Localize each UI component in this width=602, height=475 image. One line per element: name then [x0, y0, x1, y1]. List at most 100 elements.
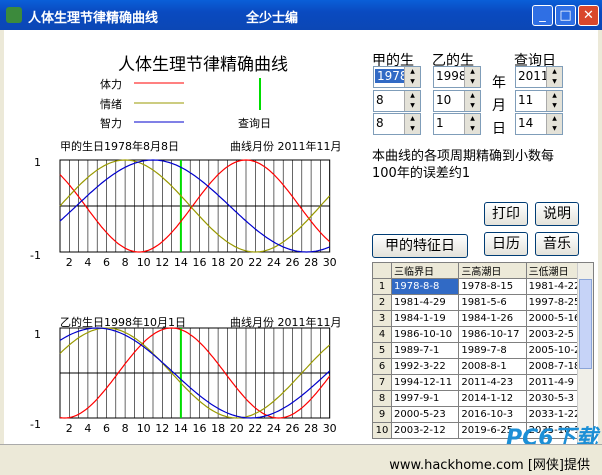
x-tick-label: 6: [103, 256, 110, 269]
x-tick-label: 14: [174, 422, 188, 435]
row-number: 9: [372, 406, 392, 423]
row-number: 6: [372, 358, 392, 375]
title-bar: 人体生理节律精确曲线 全少士编 _ □ ✕: [0, 0, 602, 30]
spin-up-icon[interactable]: ▲: [465, 67, 480, 77]
x-tick-label: 24: [267, 256, 281, 269]
table-cell: 1986-10-10: [390, 326, 460, 343]
app-icon: [6, 7, 22, 23]
spin-down-icon[interactable]: ▼: [465, 101, 480, 111]
table-cell: 1978-8-8: [390, 278, 460, 295]
x-tick-label: 8: [122, 256, 129, 269]
minimize-button[interactable]: _: [532, 5, 553, 26]
print-button[interactable]: 打印: [484, 202, 528, 226]
x-tick-label: 18: [211, 256, 225, 269]
spin-down-icon[interactable]: ▼: [547, 77, 562, 87]
spin-up-icon[interactable]: ▲: [547, 91, 562, 101]
spin-up-icon[interactable]: ▲: [547, 67, 562, 77]
x-tick-label: 14: [174, 256, 188, 269]
x-tick-label: 6: [103, 422, 110, 435]
spin-down-icon[interactable]: ▼: [547, 124, 562, 134]
table-header: 三临界日: [390, 262, 460, 279]
row-number: 3: [372, 310, 392, 327]
spin-up-icon[interactable]: ▲: [465, 114, 480, 124]
x-tick-label: 2: [66, 422, 73, 435]
table-row[interactable]: 6 1992-3-22 2008-8-1 2008-7-18: [372, 358, 595, 375]
legend-emotion-label: 情绪: [100, 98, 122, 111]
person-a-month-spinner[interactable]: 8 ▲ ▼: [373, 90, 421, 112]
table-cell: 1984-1-26: [458, 310, 527, 327]
spin-up-icon[interactable]: ▲: [405, 114, 420, 124]
x-tick-label: 4: [84, 256, 91, 269]
main-title: 人体生理节律精确曲线: [118, 55, 288, 75]
person-a-year-spinner[interactable]: 1978 ▲ ▼: [373, 66, 421, 88]
calendar-button[interactable]: 日历: [484, 232, 528, 256]
person-b-day-spinner[interactable]: 1 ▲ ▼: [433, 113, 481, 135]
table-cell: 1984-1-19: [390, 310, 460, 327]
feature-days-table: 三临界日 三高潮日 三低潮日 1 1978-8-8 1978-8-15 1981-4-…: [372, 262, 595, 439]
spin-down-icon[interactable]: ▼: [405, 101, 420, 111]
chart1-plot: 2 4 6 8 10 12 14 16 18 20 22 24 26 28 30: [59, 159, 337, 269]
table-cell: 2000-5-23: [390, 406, 460, 423]
table-row[interactable]: 8 1997-9-1 2014-1-12 2030-5-3: [372, 390, 595, 407]
table-scrollbar[interactable]: [577, 263, 593, 443]
client-area: 人体生理节律精确曲线 体力 情绪 智力 查询日 甲的生日1978年8月8日 曲线…: [4, 30, 598, 444]
x-tick-label: 22: [248, 422, 262, 435]
x-tick-label: 26: [286, 256, 300, 269]
x-tick-label: 28: [304, 422, 318, 435]
table-cell: 1989-7-8: [458, 342, 527, 359]
legend-physical-label: 体力: [100, 78, 122, 91]
spin-down-icon[interactable]: ▼: [547, 101, 562, 111]
chart2-plot: 2 4 6 8 10 12 14 16 18 20 22 24 26 28 30: [59, 327, 337, 435]
about-button[interactable]: 说明: [535, 202, 579, 226]
x-tick-label: 20: [230, 422, 244, 435]
window-author: 全少士编: [246, 11, 299, 26]
status-text: www.hackhome.com [网侠]提供: [389, 458, 590, 473]
x-tick-label: 20: [230, 256, 244, 269]
person-b-year-spinner[interactable]: 1998 ▲ ▼: [433, 66, 481, 88]
table-header: [372, 262, 392, 279]
spin-down-icon[interactable]: ▼: [465, 124, 480, 134]
person-a-day-spinner[interactable]: 8 ▲ ▼: [373, 113, 421, 135]
query-year-spinner[interactable]: 2011 ▲ ▼: [515, 66, 563, 88]
table-cell: 1989-7-1: [390, 342, 460, 359]
x-tick-label: 8: [122, 422, 129, 435]
query-month-spinner[interactable]: 11 ▲ ▼: [515, 90, 563, 112]
music-button[interactable]: 音乐: [535, 232, 579, 256]
table-row[interactable]: 3 1984-1-19 1984-1-26 2000-5-16: [372, 310, 595, 327]
features-button[interactable]: 甲的特征日: [372, 234, 468, 258]
table-row[interactable]: 5 1989-7-1 1989-7-8 2005-10-27: [372, 342, 595, 359]
table-row[interactable]: 4 1986-10-10 1986-10-17 2003-2-5: [372, 326, 595, 343]
precision-note: 本曲线的各项周期精确到小数每100年的误差约1: [372, 149, 555, 181]
x-tick-label: 24: [267, 422, 281, 435]
x-tick-label: 4: [84, 422, 91, 435]
table-cell: 2014-1-12: [458, 390, 527, 407]
spin-up-icon[interactable]: ▲: [405, 67, 420, 77]
query-day-spinner[interactable]: 14 ▲ ▼: [515, 113, 563, 135]
table-row[interactable]: 7 1994-12-11 2011-4-23 2011-4-9: [372, 374, 595, 391]
x-tick-label: 26: [286, 422, 300, 435]
spin-up-icon[interactable]: ▲: [465, 91, 480, 101]
x-tick-label: 12: [155, 422, 169, 435]
table-cell: 1978-8-15: [458, 278, 527, 295]
scrollbar-thumb[interactable]: [579, 279, 592, 369]
row-number: 2: [372, 294, 392, 311]
table-cell: 2003-2-12: [390, 422, 460, 439]
close-button[interactable]: ✕: [578, 5, 599, 26]
maximize-button[interactable]: □: [555, 5, 576, 26]
row-number: 1: [372, 278, 392, 295]
spin-up-icon[interactable]: ▲: [405, 91, 420, 101]
row-number: 5: [372, 342, 392, 359]
person-b-month-spinner[interactable]: 10 ▲ ▼: [433, 90, 481, 112]
table-row[interactable]: 1 1978-8-8 1978-8-15 1981-4-22: [372, 278, 595, 295]
spin-down-icon[interactable]: ▼: [405, 77, 420, 87]
legend-query-label: 查询日: [238, 117, 271, 130]
spin-up-icon[interactable]: ▲: [547, 114, 562, 124]
x-tick-label: 12: [155, 256, 169, 269]
spin-down-icon[interactable]: ▼: [405, 124, 420, 134]
table-cell: 1992-3-22: [390, 358, 460, 375]
unit-year: 年: [492, 75, 506, 91]
table-row[interactable]: 2 1981-4-29 1981-5-6 1997-8-25: [372, 294, 595, 311]
x-tick-label: 10: [137, 422, 151, 435]
unit-day: 日: [492, 121, 506, 137]
spin-down-icon[interactable]: ▼: [465, 77, 480, 87]
